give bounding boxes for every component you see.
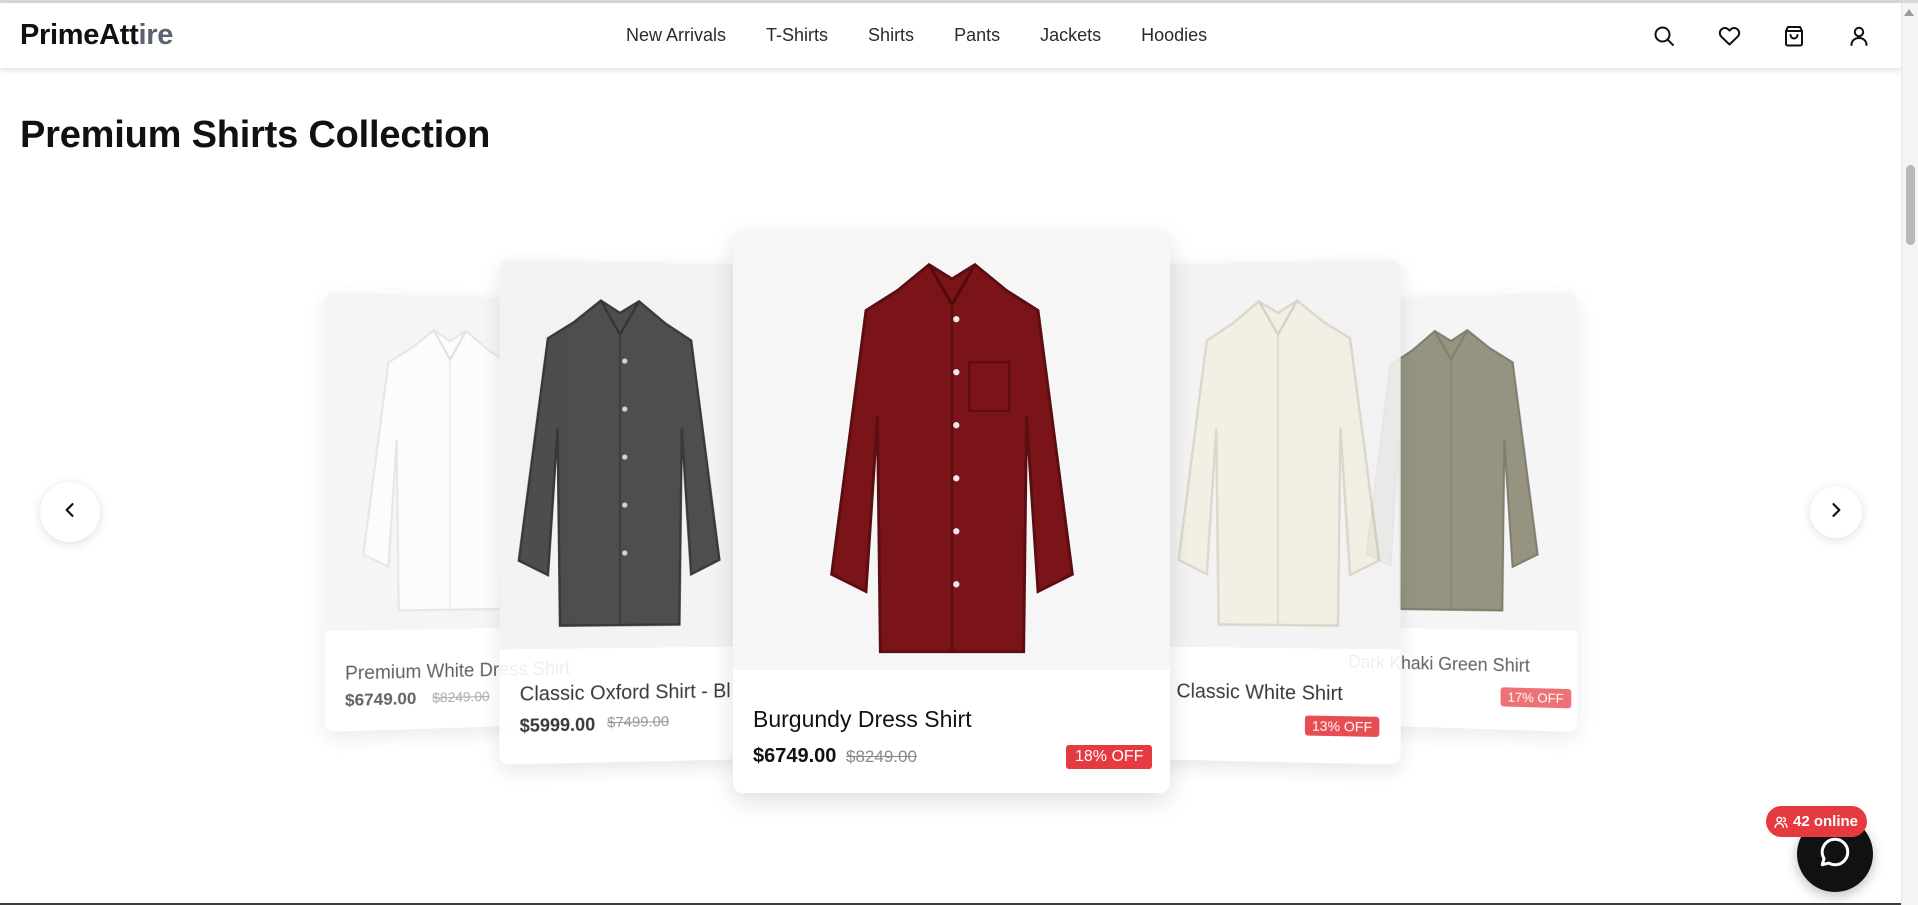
carousel-next-button[interactable] <box>1810 486 1862 538</box>
product-name: Burgundy Dress Shirt <box>753 706 972 732</box>
product-old-price: $8249.00 <box>846 747 917 766</box>
product-card-classic-white-shirt[interactable]: Classic White Shirt 13% OFF <box>1156 259 1401 765</box>
discount-badge: 13% OFF <box>1304 715 1380 737</box>
product-card-classic-oxford-shirt[interactable]: Classic Oxford Shirt - Bl $5999.00 $7499… <box>499 259 739 765</box>
brand-logo[interactable]: PrimeAttire <box>20 19 173 52</box>
nav-pants[interactable]: Pants <box>954 25 1000 46</box>
scroll-thumb[interactable] <box>1906 165 1915 245</box>
nav-hoodies[interactable]: Hoodies <box>1141 25 1207 46</box>
product-price: $6749.00 <box>344 688 417 711</box>
chevron-right-icon <box>1826 500 1846 525</box>
product-image <box>499 259 739 650</box>
site-header: PrimeAttire New Arrivals T-Shirts Shirts… <box>0 3 1901 69</box>
product-price: $6749.00 <box>753 745 837 767</box>
nav-jackets[interactable]: Jackets <box>1040 25 1101 46</box>
nav-shirts[interactable]: Shirts <box>868 25 914 46</box>
shirt-image <box>499 269 738 643</box>
product-image <box>1156 259 1401 650</box>
product-old-price: $7499.00 <box>607 713 670 732</box>
nav-t-shirts[interactable]: T-Shirts <box>766 25 828 46</box>
product-name: Classic Oxford Shirt - Bl <box>519 680 731 706</box>
shirt-image <box>829 262 1074 654</box>
users-icon <box>1774 816 1788 828</box>
chat-bubble-icon <box>1817 834 1853 875</box>
search-icon[interactable] <box>1650 22 1678 50</box>
product-old-price: $8249.00 <box>432 687 490 706</box>
main-nav: New Arrivals T-Shirts Shirts Pants Jacke… <box>626 25 1207 46</box>
page-scrollbar[interactable] <box>1901 3 1918 905</box>
discount-badge: 18% OFF <box>1066 745 1153 769</box>
online-count: 42 online <box>1793 813 1859 830</box>
discount-badge: 17% OFF <box>1500 687 1571 709</box>
scroll-up-arrow[interactable] <box>1904 9 1914 16</box>
shopping-bag-icon[interactable] <box>1780 22 1808 50</box>
shirt-image <box>1159 269 1398 643</box>
product-card-burgundy-dress-shirt[interactable]: Burgundy Dress Shirt $6749.00 $8249.00 1… <box>733 230 1170 793</box>
carousel-prev-button[interactable] <box>40 482 100 542</box>
user-icon[interactable] <box>1845 22 1873 50</box>
brand-logo-part1: PrimeAtt <box>20 19 139 51</box>
chevron-left-icon <box>60 500 80 525</box>
page-title: Premium Shirts Collection <box>20 114 491 156</box>
heart-icon[interactable] <box>1715 22 1743 50</box>
product-price: $5999.00 <box>519 714 596 736</box>
online-users-badge: 42 online <box>1766 806 1868 837</box>
product-name: Classic White Shirt <box>1176 680 1343 706</box>
nav-new-arrivals[interactable]: New Arrivals <box>626 25 726 46</box>
product-image <box>733 230 1170 670</box>
brand-logo-part2: ire <box>138 19 174 51</box>
